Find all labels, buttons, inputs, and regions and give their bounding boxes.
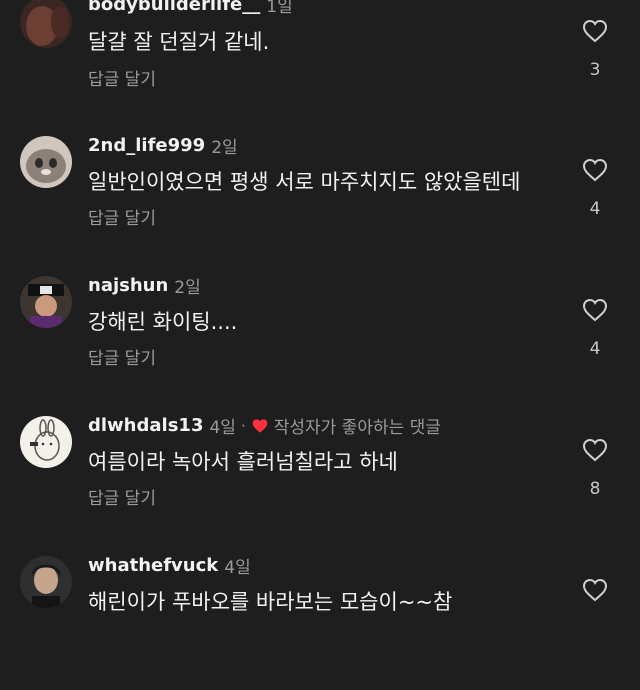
- comment-item: najshun 2일 강해린 화이팅.... 답글 달기 4: [0, 270, 640, 410]
- heart-icon[interactable]: [582, 438, 608, 462]
- comment-text: 달걀 잘 던질거 같네.: [88, 30, 270, 54]
- username[interactable]: dlwhdals13: [88, 415, 203, 436]
- comment-item: whathefvuck 4일 해린이가 푸바오를 바라보는 모습이~~참: [0, 550, 640, 690]
- heart-icon[interactable]: [582, 19, 608, 43]
- comment-time: 2일: [211, 138, 238, 158]
- like-count: 4: [589, 339, 601, 359]
- avatar[interactable]: [20, 416, 72, 468]
- heart-filled-icon: [252, 418, 268, 433]
- comment-time: 4일: [224, 558, 251, 578]
- reply-button[interactable]: 답글 달기: [88, 344, 156, 369]
- reply-button[interactable]: 답글 달기: [88, 204, 156, 229]
- reply-button[interactable]: 답글 달기: [88, 484, 156, 509]
- username[interactable]: whathefvuck: [88, 555, 218, 576]
- username[interactable]: bodybuilderlife__: [88, 0, 260, 15]
- creator-liked-badge: 작성자가 좋아하는 댓글: [251, 413, 441, 438]
- comment-text: 여름이라 녹아서 흘러넘칠라고 하네: [88, 450, 398, 474]
- comment-item: bodybuilderlife__ 1일 달걀 잘 던질거 같네. 답글 달기 …: [0, 0, 640, 140]
- separator: ·: [240, 416, 246, 435]
- heart-icon[interactable]: [582, 158, 608, 182]
- like-count: 4: [589, 199, 601, 219]
- comment-time: 1일: [266, 0, 293, 17]
- comment-text: 해린이가 푸바오를 바라보는 모습이~~참: [88, 590, 453, 614]
- heart-icon[interactable]: [582, 578, 608, 602]
- heart-icon[interactable]: [582, 298, 608, 322]
- avatar[interactable]: [20, 136, 72, 188]
- like-count: 3: [589, 60, 601, 80]
- comment-text: 강해린 화이팅....: [88, 310, 238, 334]
- username[interactable]: najshun: [88, 275, 168, 296]
- badge-label: 작성자가 좋아하는 댓글: [273, 418, 441, 438]
- reply-button[interactable]: 답글 달기: [88, 65, 156, 90]
- comment-text: 일반인이였으면 평생 서로 마주치지도 않았을텐데: [88, 170, 521, 194]
- avatar[interactable]: [20, 556, 72, 608]
- avatar[interactable]: [20, 276, 72, 328]
- like-count: 8: [589, 479, 601, 499]
- username[interactable]: 2nd_life999: [88, 135, 205, 156]
- comment-time: 2일: [174, 278, 201, 298]
- avatar[interactable]: [20, 0, 72, 48]
- comment-time: 4일: [209, 418, 236, 438]
- comment-item: 2nd_life999 2일 일반인이였으면 평생 서로 마주치지도 않았을텐데…: [0, 130, 640, 270]
- comment-item: dlwhdals13 4일 · 작성자가 좋아하는 댓글 여름이라 녹아서 흘러…: [0, 410, 640, 550]
